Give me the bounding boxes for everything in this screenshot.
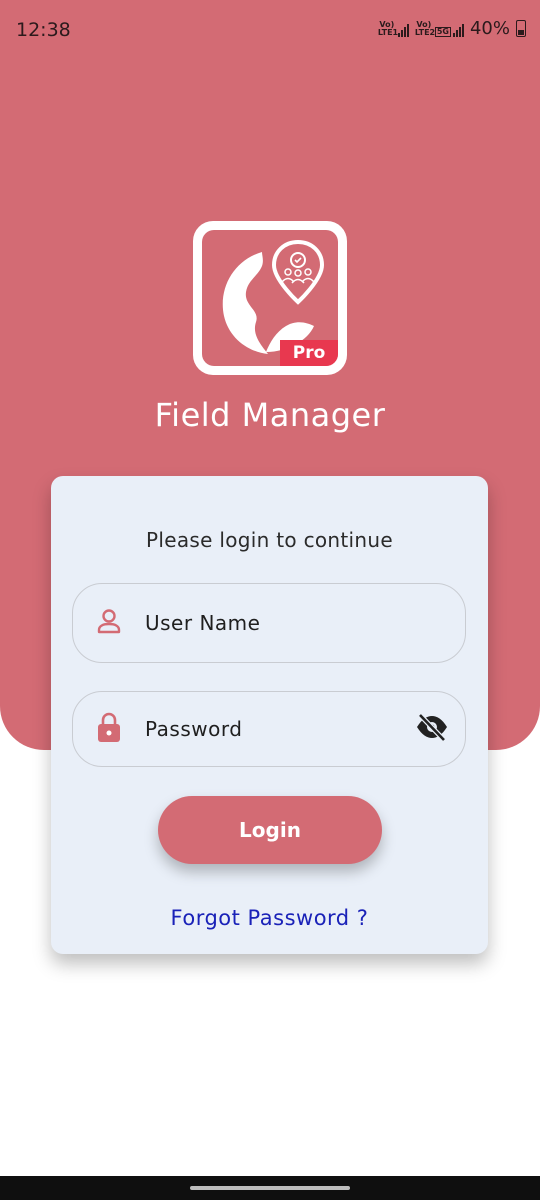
- password-field[interactable]: Password: [72, 691, 466, 767]
- username-field[interactable]: User Name: [72, 583, 466, 663]
- status-time: 12:38: [16, 19, 71, 41]
- login-button[interactable]: Login: [158, 796, 382, 864]
- sim2-label: Vo) LTE2: [414, 19, 436, 37]
- login-card: Please login to continue User Name Passw…: [51, 476, 488, 954]
- sim2-signal: Vo) LTE2 5G: [414, 19, 464, 37]
- pro-badge: Pro: [280, 340, 338, 366]
- battery-icon: [516, 20, 526, 37]
- lock-icon: [95, 711, 123, 747]
- status-bar: 12:38 Vo) LTE1 Vo) LTE2 5G 40%: [0, 0, 540, 60]
- sim1-label: Vo) LTE1: [377, 19, 399, 37]
- app-logo: Pro: [193, 221, 347, 375]
- sim1-signal: Vo) LTE1: [377, 19, 409, 37]
- navigation-bar: [0, 1176, 540, 1200]
- password-placeholder: Password: [145, 717, 243, 741]
- home-gesture-handle[interactable]: [190, 1186, 350, 1190]
- battery-percent: 40%: [469, 18, 510, 39]
- app-title: Field Manager: [154, 396, 386, 434]
- signal-bars-icon: [452, 23, 464, 37]
- status-icons: Vo) LTE1 Vo) LTE2 5G 40%: [378, 18, 526, 39]
- logo-inner: Pro: [202, 230, 338, 366]
- user-icon: [95, 607, 123, 639]
- signal-bars-icon: [397, 23, 409, 37]
- network-type: 5G: [434, 26, 451, 37]
- username-placeholder: User Name: [145, 611, 261, 635]
- login-prompt: Please login to continue: [146, 528, 393, 552]
- eye-off-icon[interactable]: [415, 712, 449, 746]
- forgot-password-link[interactable]: Forgot Password ?: [51, 906, 488, 930]
